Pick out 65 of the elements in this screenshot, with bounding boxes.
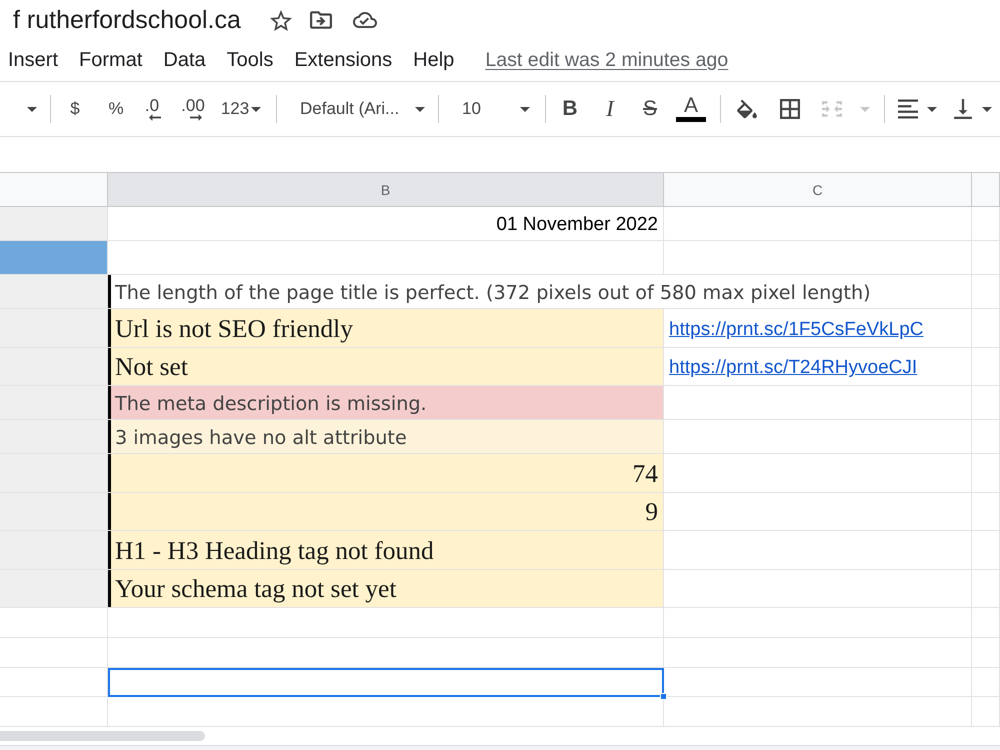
caret-icon	[251, 106, 262, 112]
link[interactable]: https://prnt.sc/T24RHyvoeCJI	[669, 357, 918, 380]
caret-icon	[520, 106, 530, 112]
align-left-icon	[898, 99, 918, 119]
menu-item[interactable]: Help	[413, 49, 454, 72]
last-edit-link[interactable]: Last edit was 2 minutes ago	[485, 49, 728, 72]
link[interactable]: https://prnt.sc/1F5CsFeVkLpC	[669, 318, 924, 341]
table-cell	[972, 668, 1000, 698]
folder-arrow-icon[interactable]	[310, 11, 332, 29]
table-cell: H1 - H3 Heading tag not found	[108, 531, 664, 570]
font-dropdown[interactable]: Default (Ari...	[292, 93, 432, 125]
table-cell	[972, 454, 1000, 492]
caret-icon	[927, 106, 937, 112]
caret-icon	[860, 106, 870, 112]
number-format-dropdown[interactable]: 123	[216, 93, 266, 125]
decrease-decimal-button[interactable]: .0	[138, 93, 166, 125]
merge-icon	[822, 99, 842, 119]
table-cell	[972, 638, 1000, 668]
table-cell: 3 images have no alt attribute	[108, 420, 664, 454]
table-cell	[972, 207, 1000, 241]
menu-item[interactable]: Tools	[226, 49, 274, 72]
grid-icon	[780, 99, 800, 119]
document-title[interactable]: f rutherfordschool.ca	[13, 6, 241, 34]
paint-bucket-icon	[737, 99, 757, 119]
cloud-check-icon[interactable]	[352, 12, 377, 28]
star-icon[interactable]	[270, 10, 292, 30]
italic-button[interactable]: I	[596, 93, 624, 125]
font-size-dropdown[interactable]: 10	[450, 93, 535, 125]
currency-button[interactable]: $	[61, 93, 89, 125]
table-cell	[972, 531, 1000, 570]
bold-button[interactable]: B	[556, 93, 584, 125]
table-cell	[972, 386, 1000, 420]
menu-item[interactable]: Insert	[8, 49, 58, 72]
table-cell	[972, 275, 1000, 309]
caret-icon	[27, 106, 37, 112]
table-cell: 9	[108, 492, 664, 531]
align-bottom-icon	[953, 99, 973, 119]
table-cell: 01 November 2022	[108, 207, 664, 241]
strikethrough-button[interactable]: S	[636, 93, 664, 125]
percent-button[interactable]: %	[102, 93, 130, 125]
right-arrow-icon	[190, 114, 202, 120]
table-cell	[972, 420, 1000, 454]
table-cell	[972, 608, 1000, 638]
table-cell	[972, 697, 1000, 727]
increase-decimal-button[interactable]: .00	[177, 93, 209, 125]
caret-icon	[415, 106, 425, 112]
table-cell	[972, 241, 1000, 275]
left-arrow-icon	[149, 114, 161, 120]
selected-cell[interactable]	[108, 668, 664, 698]
caret-icon	[982, 106, 992, 112]
table-cell: 74	[108, 454, 664, 492]
table-cell: Your schema tag not set yet	[108, 570, 664, 608]
table-cell: The meta description is missing.	[108, 386, 664, 420]
table-cell: Not set	[108, 348, 664, 386]
table-cell	[972, 492, 1000, 531]
text-color-button[interactable]: A	[677, 93, 705, 125]
menu-item[interactable]: Extensions	[294, 49, 392, 72]
column-header[interactable]: B	[108, 173, 664, 207]
menu-item[interactable]: Data	[163, 49, 206, 72]
scrollbar-thumb[interactable]	[0, 731, 205, 741]
menu-item[interactable]: Format	[79, 49, 142, 72]
table-cell: Url is not SEO friendly	[108, 309, 664, 348]
column-header[interactable]: C	[664, 173, 972, 207]
table-cell	[972, 570, 1000, 608]
fill-handle[interactable]	[660, 693, 667, 700]
